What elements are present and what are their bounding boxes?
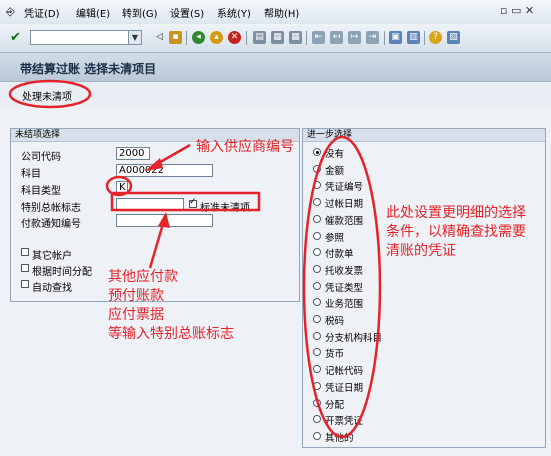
- annotation-special-gl-note: 其他应付款 预付账款 应付票据 等输入特别总账标志: [108, 268, 234, 344]
- annotation-further-note: 此处设置更明细的选择 条件，以精确查找需要 清账的凭证: [386, 204, 526, 261]
- annotation-ellipse-process: [8, 79, 92, 109]
- annotation-rect-special-gl: [110, 191, 261, 212]
- annotation-line: 等输入特别总账标志: [108, 326, 234, 342]
- annotation-line: 预付账款: [108, 288, 164, 304]
- annotation-line: 此处设置更明细的选择: [386, 205, 526, 221]
- annotation-arrowhead-special-gl: [158, 212, 170, 228]
- annotation-ellipse-further: [302, 135, 382, 439]
- annotation-line: 清账的凭证: [386, 243, 456, 259]
- annotation-enter-vendor: 输入供应商编号: [196, 139, 294, 155]
- annotation-line: 应付票据: [108, 307, 164, 323]
- annotation-line: 其他应付款: [108, 269, 178, 285]
- annotation-line: 条件，以精确查找需要: [386, 224, 526, 240]
- annotation-arrowhead-vendor: [145, 158, 163, 171]
